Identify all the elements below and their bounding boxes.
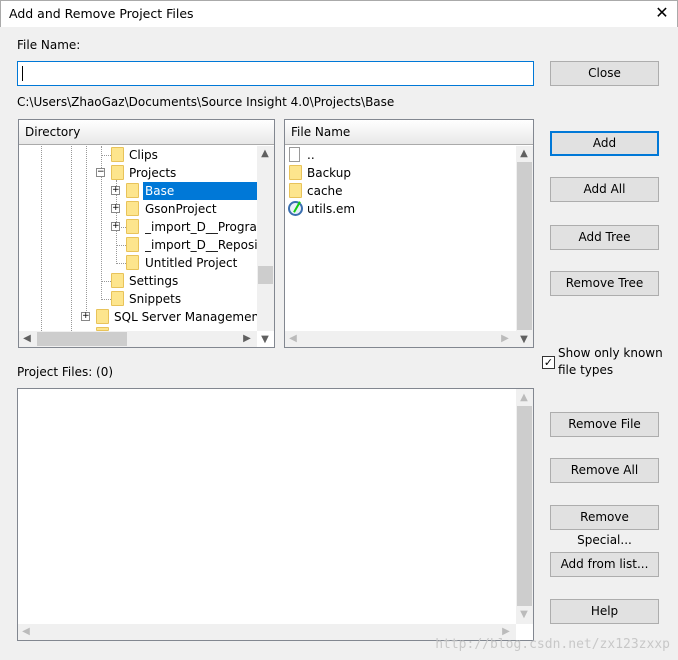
expand-icon[interactable]: + <box>111 186 120 195</box>
show-known-label-2: file types <box>558 363 614 377</box>
tree-item-sql-server[interactable]: SQL Server Management <box>114 308 257 326</box>
scroll-right-icon[interactable]: ▶ <box>497 333 513 344</box>
add-button[interactable]: Add <box>550 131 659 156</box>
close-icon[interactable]: ✕ <box>651 3 673 22</box>
folder-icon <box>111 273 124 288</box>
show-known-checkbox[interactable]: ✓ <box>542 356 555 369</box>
vertical-scrollbar[interactable]: ▲ ▼ <box>257 146 274 345</box>
scroll-thumb[interactable] <box>517 406 532 606</box>
folder-icon <box>126 237 139 252</box>
collapse-icon[interactable]: − <box>96 168 105 177</box>
file-list[interactable]: File Name .. Backup cache utils.em ▲ ▼ ◀… <box>284 119 534 348</box>
file-item-backup[interactable]: Backup <box>307 164 351 182</box>
tree-item-projects[interactable]: Projects <box>129 164 176 182</box>
show-known-label-1: Show only known <box>558 346 663 360</box>
file-item-parent[interactable]: .. <box>307 146 315 164</box>
tree-item-import-reposit[interactable]: _import_D__Reposit <box>145 236 257 254</box>
title-bar: Add and Remove Project Files ✕ <box>0 0 678 27</box>
vertical-scrollbar[interactable]: ▲ ▼ <box>516 146 533 347</box>
folder-icon <box>126 255 139 270</box>
folder-icon <box>126 183 139 198</box>
horizontal-scrollbar[interactable]: ◀ ▶ <box>19 331 257 347</box>
scroll-left-icon[interactable]: ◀ <box>19 333 35 344</box>
directory-header[interactable]: Directory <box>19 120 274 145</box>
folder-icon <box>96 309 109 324</box>
current-path: C:\Users\ZhaoGaz\Documents\Source Insigh… <box>17 95 395 109</box>
scroll-down-icon[interactable]: ▼ <box>257 334 273 345</box>
tree-item-base[interactable]: Base <box>143 182 257 200</box>
tree-item-gsonproject[interactable]: GsonProject <box>145 200 217 218</box>
help-button[interactable]: Help <box>550 599 659 624</box>
window-title: Add and Remove Project Files <box>9 6 194 21</box>
folder-icon <box>289 183 302 198</box>
file-name-label: File Name: <box>17 38 81 52</box>
scroll-thumb[interactable] <box>37 332 127 346</box>
folder-icon <box>126 201 139 216</box>
file-item-utils[interactable]: utils.em <box>307 200 355 218</box>
scroll-right-icon[interactable]: ▶ <box>498 626 514 637</box>
folder-icon <box>111 291 124 306</box>
scroll-down-icon[interactable]: ▼ <box>516 334 532 345</box>
remove-file-button[interactable]: Remove File <box>550 412 659 437</box>
close-button[interactable]: Close <box>550 61 659 86</box>
folder-icon <box>126 219 139 234</box>
add-tree-button[interactable]: Add Tree <box>550 225 659 250</box>
scroll-up-icon[interactable]: ▲ <box>257 148 273 159</box>
expand-icon[interactable]: + <box>111 204 120 213</box>
watermark: http://blog.csdn.net/zx123zxxp <box>435 637 670 652</box>
tree-item-snippets[interactable]: Snippets <box>129 290 181 308</box>
tree-item-settings[interactable]: Settings <box>129 272 178 290</box>
directory-tree[interactable]: Directory Clips − Projects + Base + Gson… <box>18 119 275 348</box>
folder-icon <box>289 165 302 180</box>
file-name-input[interactable] <box>17 61 534 86</box>
folder-icon <box>111 165 124 180</box>
tree-item-clips[interactable]: Clips <box>129 146 158 164</box>
scroll-left-icon[interactable]: ◀ <box>18 626 34 637</box>
file-name-header[interactable]: File Name <box>285 120 533 145</box>
macro-file-icon <box>288 201 303 216</box>
project-files-label: Project Files: (0) <box>17 365 114 379</box>
file-item-cache[interactable]: cache <box>307 182 343 200</box>
remove-all-button[interactable]: Remove All <box>550 458 659 483</box>
remove-tree-button[interactable]: Remove Tree <box>550 271 659 296</box>
scroll-thumb[interactable] <box>517 162 532 330</box>
folder-icon <box>111 147 124 162</box>
add-from-list-button[interactable]: Add from list... <box>550 552 659 577</box>
expand-icon[interactable]: + <box>81 312 90 321</box>
scroll-left-icon[interactable]: ◀ <box>285 333 301 344</box>
vertical-scrollbar[interactable]: ▲ ▼ <box>516 389 533 624</box>
scroll-up-icon[interactable]: ▲ <box>516 392 532 403</box>
horizontal-scrollbar[interactable]: ◀ ▶ <box>285 331 516 347</box>
file-icon <box>289 147 300 162</box>
scroll-right-icon[interactable]: ▶ <box>239 333 255 344</box>
expand-icon[interactable]: + <box>111 222 120 231</box>
scroll-up-icon[interactable]: ▲ <box>516 148 532 159</box>
tree-item-import-program[interactable]: _import_D__Program <box>145 218 257 236</box>
scroll-down-icon[interactable]: ▼ <box>516 609 532 620</box>
project-files-list[interactable]: ▲ ▼ ◀ ▶ <box>17 388 534 641</box>
remove-special-button[interactable]: Remove Special... <box>550 505 659 547</box>
tree-item-untitled-project[interactable]: Untitled Project <box>145 254 237 272</box>
scroll-thumb[interactable] <box>258 266 273 284</box>
add-all-button[interactable]: Add All <box>550 177 659 202</box>
